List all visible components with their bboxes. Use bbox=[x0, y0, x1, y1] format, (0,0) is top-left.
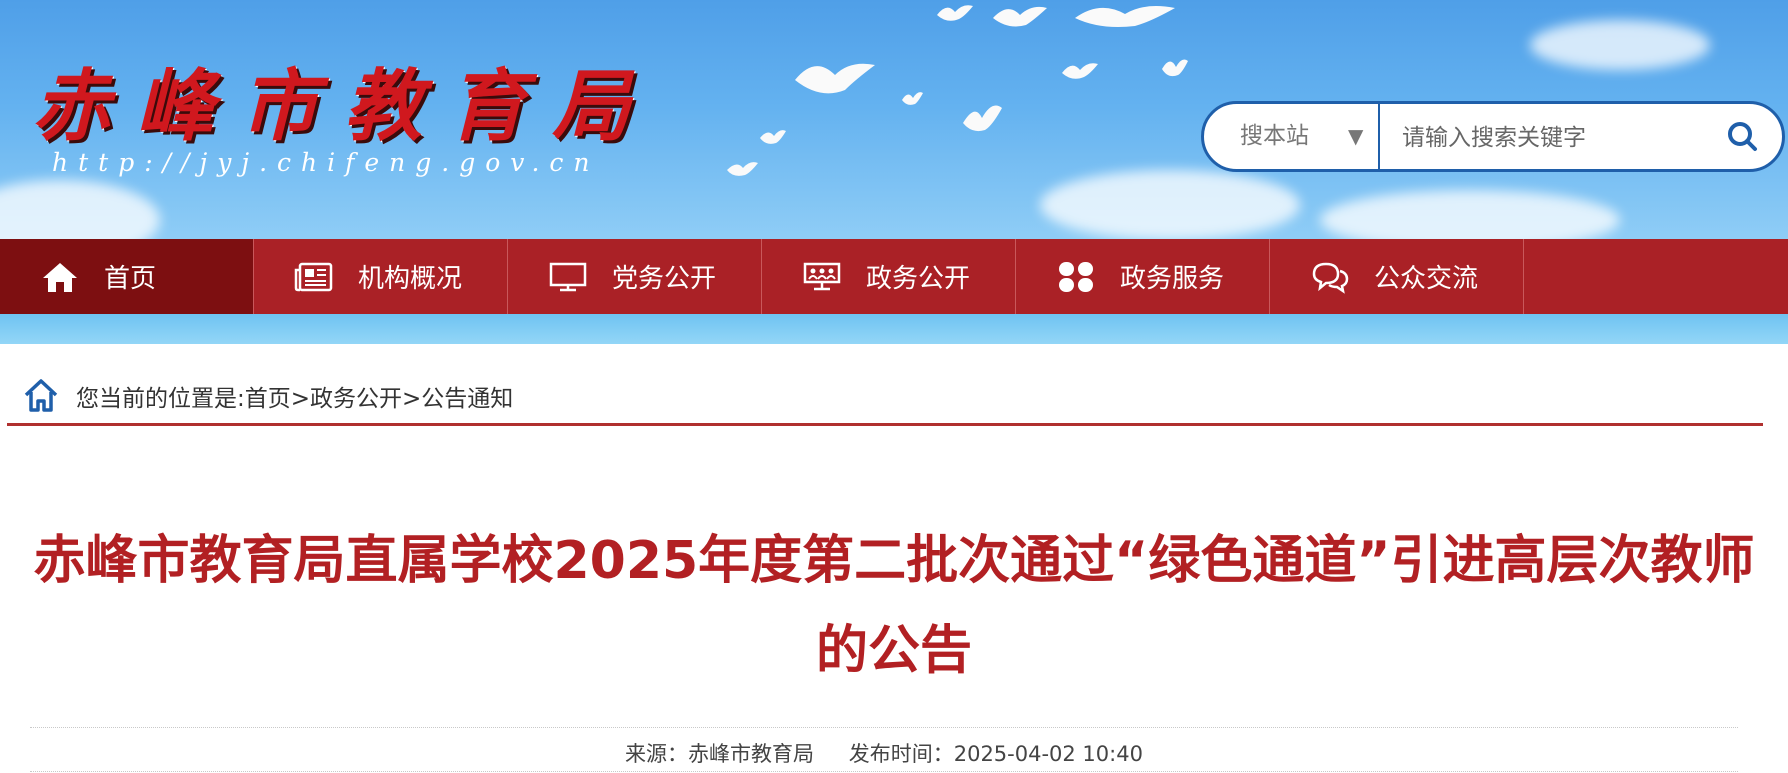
cloud-decoration bbox=[1320, 190, 1620, 239]
nav-item-public-communication[interactable]: 公众交流 bbox=[1270, 239, 1524, 314]
article-meta: 来源：赤峰市教育局 发布时间：2025-04-02 10:40 bbox=[0, 738, 1768, 768]
dove-icon bbox=[993, 6, 1047, 27]
nav-item-label: 政务公开 bbox=[866, 264, 971, 294]
nav-item-home[interactable]: 首页 bbox=[0, 239, 254, 314]
cloud-decoration bbox=[1530, 20, 1710, 70]
article-title: 赤峰市教育局直属学校2025年度第二批次通过“绿色通道”引进高层次教师的公告 bbox=[33, 531, 1755, 681]
dove-icon bbox=[760, 130, 786, 144]
home-icon[interactable] bbox=[22, 377, 60, 415]
dove-icon bbox=[902, 92, 923, 105]
cloud-decoration bbox=[1040, 170, 1300, 239]
chat-icon bbox=[1310, 259, 1350, 295]
search-input[interactable] bbox=[1400, 114, 1704, 161]
dove-icon bbox=[727, 162, 758, 176]
dove-icon bbox=[1162, 59, 1188, 77]
article-source: 来源：赤峰市教育局 bbox=[625, 742, 815, 766]
search-scope-select[interactable]: 搜本站 bbox=[1240, 104, 1309, 169]
nav-item-government-services[interactable]: 政务服务 bbox=[1016, 239, 1270, 314]
nav-item-label: 首页 bbox=[104, 264, 157, 294]
breadcrumb: 您当前的位置是:首页>政务公开>公告通知 bbox=[22, 371, 513, 421]
site-logo-url: http://jyj.chifeng.gov.cn bbox=[52, 148, 600, 177]
cloud-decoration bbox=[0, 180, 160, 239]
breadcrumb-text[interactable]: 您当前的位置是:首页>政务公开>公告通知 bbox=[76, 379, 513, 413]
dove-icon bbox=[963, 105, 1002, 132]
monitor-icon bbox=[548, 259, 588, 295]
nav-item-government-affairs[interactable]: 政务公开 bbox=[762, 239, 1016, 314]
search-divider bbox=[1378, 104, 1380, 169]
nav-item-organization[interactable]: 机构概况 bbox=[254, 239, 508, 314]
search-box: 搜本站 ▼ bbox=[1201, 101, 1785, 172]
main-nav: 首页 机构概况 党务公开 政务公开 政务服务 公众交流 bbox=[0, 239, 1788, 314]
divider bbox=[7, 423, 1763, 426]
article-published-time: 发布时间：2025-04-02 10:40 bbox=[848, 742, 1143, 766]
dove-icon bbox=[937, 5, 973, 21]
nav-item-label: 政务服务 bbox=[1120, 264, 1225, 294]
nav-item-label: 党务公开 bbox=[612, 264, 717, 294]
dove-icon bbox=[795, 63, 875, 94]
nav-item-label: 机构概况 bbox=[358, 264, 463, 294]
dove-icon bbox=[1062, 63, 1098, 79]
newspaper-icon bbox=[294, 259, 334, 295]
dove-icon bbox=[1075, 6, 1175, 27]
nav-item-label: 公众交流 bbox=[1374, 264, 1479, 294]
grid-icon bbox=[1056, 259, 1096, 295]
nav-item-party-affairs[interactable]: 党务公开 bbox=[508, 239, 762, 314]
divider bbox=[30, 771, 1738, 772]
home-icon bbox=[40, 259, 80, 295]
presentation-icon bbox=[802, 259, 842, 295]
site-logo-title[interactable]: 赤峰市教育局 bbox=[32, 44, 656, 156]
divider bbox=[30, 727, 1738, 728]
header-banner: 赤峰市教育局 http://jyj.chifeng.gov.cn 搜本站 ▼ bbox=[0, 0, 1788, 239]
search-icon[interactable] bbox=[1724, 118, 1762, 156]
chevron-down-icon[interactable]: ▼ bbox=[1348, 104, 1363, 169]
decorative-strip bbox=[0, 314, 1788, 344]
